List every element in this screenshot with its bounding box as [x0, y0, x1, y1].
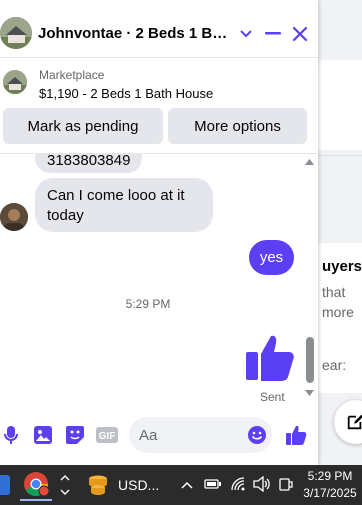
house-photo-icon	[3, 70, 27, 94]
incoming-message: Can I come looo at it today	[35, 178, 213, 232]
message-thread: 3183803849 Can I come looo at it today y…	[0, 153, 318, 405]
taskbar-app-partial[interactable]	[0, 469, 14, 501]
emoji-icon[interactable]	[245, 423, 269, 447]
device-icon[interactable]	[278, 476, 294, 497]
gif-icon[interactable]: GIF	[95, 423, 119, 447]
message-text-line: Can I come looo at it	[47, 187, 185, 204]
gif-label: GIF	[99, 431, 116, 442]
scroll-thumb[interactable]	[306, 337, 314, 383]
taskbar: USD... 5:29 PM 3/17/2025	[0, 465, 362, 505]
scroll-down-icon[interactable]	[305, 390, 314, 396]
message-timestamp: 5:29 PM	[125, 297, 171, 311]
like-button[interactable]	[284, 423, 308, 447]
background-heading: uyers	[322, 258, 362, 275]
volume-icon[interactable]	[253, 475, 271, 497]
chevron-down-icon[interactable]	[234, 22, 258, 46]
house-photo-icon	[0, 17, 32, 49]
battery-icon[interactable]	[204, 477, 222, 496]
more-options-button[interactable]: More options	[168, 108, 307, 144]
sticker-icon[interactable]	[63, 423, 87, 447]
message-scrollbar[interactable]	[301, 153, 318, 405]
taskbar-currency-widget[interactable]: USD...	[86, 469, 166, 501]
screen: uyers that more ear: Johnvontae · 2 Beds…	[0, 0, 362, 505]
thumbs-up-icon	[286, 425, 307, 445]
background-text: more	[322, 304, 354, 320]
chevron-up-down-icon	[60, 475, 70, 495]
taskbar-chrome[interactable]	[20, 469, 52, 501]
clock-time: 5:29 PM	[307, 469, 353, 483]
clock-date: 3/17/2025	[303, 486, 357, 500]
listing-info[interactable]: Marketplace $1,190 - 2 Beds 1 Bath House	[0, 62, 318, 106]
chat-header: Johnvontae · 2 Beds 1 Bath…	[0, 0, 318, 58]
outgoing-message: yes	[249, 240, 294, 275]
background-card	[318, 60, 362, 150]
incoming-message: 3183803849	[35, 154, 143, 173]
minimize-icon	[265, 32, 281, 35]
background-text: that	[322, 284, 346, 300]
listing-title: $1,190 - 2 Beds 1 Bath House	[39, 86, 214, 101]
message-text-line: today	[47, 207, 84, 224]
chrome-icon	[24, 472, 49, 497]
sender-avatar	[0, 203, 28, 231]
message-composer: GIF	[0, 405, 318, 465]
taskbar-clock[interactable]: 5:29 PM 3/17/2025	[300, 468, 360, 502]
listing-source-label: Marketplace	[39, 68, 105, 82]
close-button[interactable]	[288, 22, 312, 46]
scroll-up-icon[interactable]	[305, 159, 314, 165]
sent-status: Sent	[260, 390, 285, 404]
mark-as-pending-button[interactable]: Mark as pending	[3, 108, 163, 144]
chat-window: Johnvontae · 2 Beds 1 Bath… Marketplace …	[0, 0, 318, 465]
thumbs-up-sticker	[244, 332, 296, 384]
background-divider	[318, 155, 362, 156]
wifi-icon[interactable]	[230, 476, 246, 497]
listing-thumbnail	[3, 70, 27, 94]
taskbar-app-label: USD...	[118, 477, 160, 493]
contact-avatar[interactable]	[0, 17, 32, 49]
taskbar-overflow-button[interactable]	[58, 469, 72, 501]
tray-expand-icon[interactable]	[180, 477, 194, 495]
close-icon	[292, 26, 308, 42]
compose-icon	[347, 414, 362, 430]
photo-icon[interactable]	[31, 423, 55, 447]
microphone-icon[interactable]	[0, 423, 23, 447]
chat-title[interactable]: Johnvontae · 2 Beds 1 Bath…	[38, 25, 234, 42]
coins-icon	[89, 475, 107, 495]
thumbs-up-icon	[246, 335, 294, 381]
minimize-button[interactable]	[261, 22, 285, 46]
background-text: ear:	[322, 357, 347, 373]
